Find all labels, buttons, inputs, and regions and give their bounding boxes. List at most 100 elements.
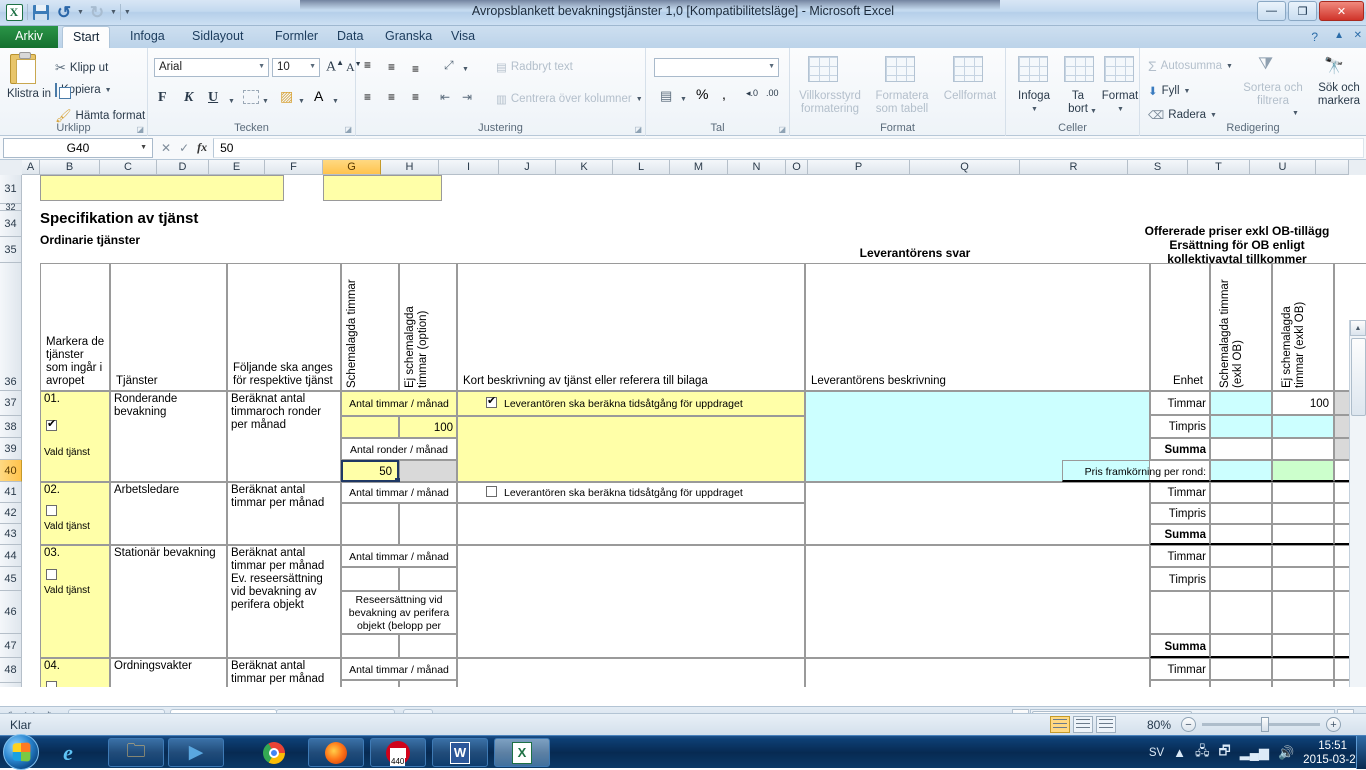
delete-cells-icon[interactable] xyxy=(1064,56,1094,82)
align-middle-icon[interactable]: ≡ xyxy=(388,60,395,74)
underline-button[interactable]: U xyxy=(208,90,218,106)
row-header-31[interactable]: 31 xyxy=(0,175,22,204)
currency-icon[interactable]: ▤ xyxy=(660,88,672,104)
cell-styles-button[interactable]: Cellformat xyxy=(938,90,1002,103)
service-02-unit-timmar[interactable]: Timmar xyxy=(1150,482,1210,503)
cell-B31[interactable] xyxy=(40,175,284,201)
cell-H47[interactable] xyxy=(399,634,457,658)
cell-styles-icon[interactable] xyxy=(953,56,983,82)
service-01-summa-scheduled[interactable] xyxy=(1210,438,1272,460)
sheet-cells[interactable]: Specifikation av tjänst Ordinarie tjänst… xyxy=(22,175,1342,687)
service-01-timpris-unscheduled-input[interactable] xyxy=(1272,415,1334,438)
cell-G47[interactable] xyxy=(341,634,399,658)
format-as-table-icon[interactable] xyxy=(885,56,915,82)
row-header-48[interactable]: 48 xyxy=(0,658,22,683)
font-name-input[interactable]: Arial ▼ xyxy=(154,58,269,77)
fill-dropdown-icon[interactable]: ▼ xyxy=(1184,88,1191,95)
wrap-text-button[interactable]: ▤ Radbryt text xyxy=(496,60,573,74)
zoom-thumb[interactable] xyxy=(1261,717,1269,732)
orientation-dropdown-icon[interactable]: ▼ xyxy=(462,66,469,73)
minimize-button[interactable]: — xyxy=(1257,1,1286,21)
col-header-T[interactable]: T xyxy=(1188,160,1250,175)
row-header-38[interactable]: 38 xyxy=(0,416,22,438)
row-header-34[interactable]: 34 xyxy=(0,211,22,237)
taskbar-firefox[interactable] xyxy=(308,738,364,767)
zoom-track[interactable] xyxy=(1202,723,1320,726)
service-03-mark-cell[interactable]: 03. Vald tjänst xyxy=(40,545,110,658)
signal-icon[interactable]: ▂▄▆ xyxy=(1240,745,1269,761)
cell-G42[interactable] xyxy=(341,503,399,545)
font-name-dropdown-icon[interactable]: ▼ xyxy=(258,63,265,70)
service-01-extra-unit-label[interactable]: Pris framkörning per rond: xyxy=(1062,460,1210,482)
service-04-spec-cell[interactable]: Beräknat antal timmar per månad xyxy=(227,658,341,687)
format-cells-icon[interactable] xyxy=(1104,56,1134,82)
service-02-name-cell[interactable]: Arbetsledare xyxy=(110,482,227,545)
conditional-formatting-button[interactable]: Villkorsstyrd formatering xyxy=(794,90,866,116)
row-header-46[interactable]: 46 xyxy=(0,591,22,634)
tab-arkiv[interactable]: Arkiv xyxy=(0,26,58,48)
start-button[interactable] xyxy=(3,734,39,770)
merge-dropdown-icon[interactable]: ▼ xyxy=(636,96,643,103)
service-02-description-input[interactable] xyxy=(457,503,805,545)
service-03-timmar-scheduled[interactable] xyxy=(1210,545,1272,567)
bold-button[interactable]: F xyxy=(158,90,167,106)
font-size-input[interactable]: 10 ▼ xyxy=(272,58,320,77)
insert-function-icon[interactable]: fx xyxy=(197,140,207,155)
service-04-timpris-scheduled[interactable] xyxy=(1210,680,1272,687)
close-button[interactable]: ✕ xyxy=(1319,1,1364,21)
page-break-view-button[interactable] xyxy=(1096,716,1116,733)
cell-H49[interactable] xyxy=(399,680,457,687)
service-03-timmar-unscheduled[interactable] xyxy=(1272,545,1334,567)
formula-input[interactable]: 50 xyxy=(213,138,1364,158)
fill-button[interactable]: ⬇ Fyll ▼ xyxy=(1148,84,1190,98)
ribbon-collapse-icon[interactable]: ▲ xyxy=(1334,30,1344,41)
col-head-following-cell[interactable]: Följande ska anges för respektive tjänst xyxy=(227,263,341,391)
service-03-checkbox[interactable] xyxy=(46,569,57,582)
service-04-mark-cell[interactable]: 04. Vald tjänst xyxy=(40,658,110,687)
service-02-summa-scheduled[interactable] xyxy=(1210,524,1272,545)
show-hidden-icons-icon[interactable]: ▲ xyxy=(1173,745,1186,760)
window-controls[interactable]: — ❐ ✕ xyxy=(1257,1,1364,21)
service-01-framkorning-green[interactable] xyxy=(1272,460,1334,482)
spreadsheet-grid[interactable]: A B C D E F G H I J K L M N O P Q R S T … xyxy=(0,160,1366,687)
delete-dropdown-icon[interactable]: ▼ xyxy=(1090,108,1097,115)
service-01-timpris-scheduled-input[interactable] xyxy=(1210,415,1272,438)
copy-dropdown-icon[interactable]: ▼ xyxy=(105,87,112,94)
font-color-dropdown-icon[interactable]: ▼ xyxy=(332,98,339,105)
column-headers[interactable]: A B C D E F G H I J K L M N O P Q R S T … xyxy=(0,160,1366,175)
col-head-description-cell[interactable]: Kort beskrivning av tjänst eller referer… xyxy=(457,263,805,391)
taskbar-media-player[interactable]: ▶ xyxy=(168,738,224,767)
decrease-indent-icon[interactable]: ⇤ xyxy=(440,90,450,104)
italic-button[interactable]: K xyxy=(184,90,193,106)
number-dialog-launcher-icon[interactable]: ◪ xyxy=(778,125,786,134)
align-center-icon[interactable]: ≡ xyxy=(388,90,395,104)
name-box-dropdown-icon[interactable]: ▼ xyxy=(140,144,147,151)
font-dialog-launcher-icon[interactable]: ◪ xyxy=(344,125,352,134)
scroll-up-icon[interactable]: ▲ xyxy=(1350,320,1366,336)
insert-dropdown-icon[interactable]: ▼ xyxy=(1031,106,1038,113)
service-02-timmar-scheduled[interactable] xyxy=(1210,482,1272,503)
sort-filter-icon[interactable]: ⧩ xyxy=(1258,54,1273,74)
service-03-blank-scheduled[interactable] xyxy=(1210,591,1272,634)
tab-granska[interactable]: Granska xyxy=(375,26,442,48)
taskbar-word[interactable]: W xyxy=(432,738,488,767)
service-03-unit-timmar[interactable]: Timmar xyxy=(1150,545,1210,567)
col-header-A[interactable]: A xyxy=(22,160,40,175)
conditional-formatting-icon[interactable] xyxy=(808,56,838,82)
formula-bar-buttons[interactable]: ✕ ✓ fx xyxy=(161,140,207,155)
col-header-E[interactable]: E xyxy=(209,160,265,175)
tab-data[interactable]: Data xyxy=(327,26,373,48)
service-01-unit-timmar[interactable]: Timmar xyxy=(1150,391,1210,415)
insert-cells-icon[interactable] xyxy=(1018,56,1048,82)
service-04-sublabel-hours[interactable]: Antal timmar / månad xyxy=(341,658,457,680)
service-01-sublabel-rounds[interactable]: Antal ronder / månad xyxy=(341,438,457,460)
vertical-scroll-thumb[interactable] xyxy=(1351,338,1366,416)
service-04-description-input[interactable] xyxy=(457,658,805,687)
row-header-32[interactable]: 32 xyxy=(0,204,22,211)
copy-button[interactable]: Kopiera ▼ xyxy=(55,84,112,96)
cell-H42[interactable] xyxy=(399,503,457,545)
service-01-checkbox[interactable] xyxy=(46,420,57,433)
zoom-in-button[interactable]: + xyxy=(1326,717,1341,732)
service-04-unit-timpris[interactable]: Timpris xyxy=(1150,680,1210,687)
system-tray[interactable]: SV ▲ 🖧 🗗 ▂▄▆ 🔊 15:51 2015-03-26 xyxy=(1149,736,1362,769)
